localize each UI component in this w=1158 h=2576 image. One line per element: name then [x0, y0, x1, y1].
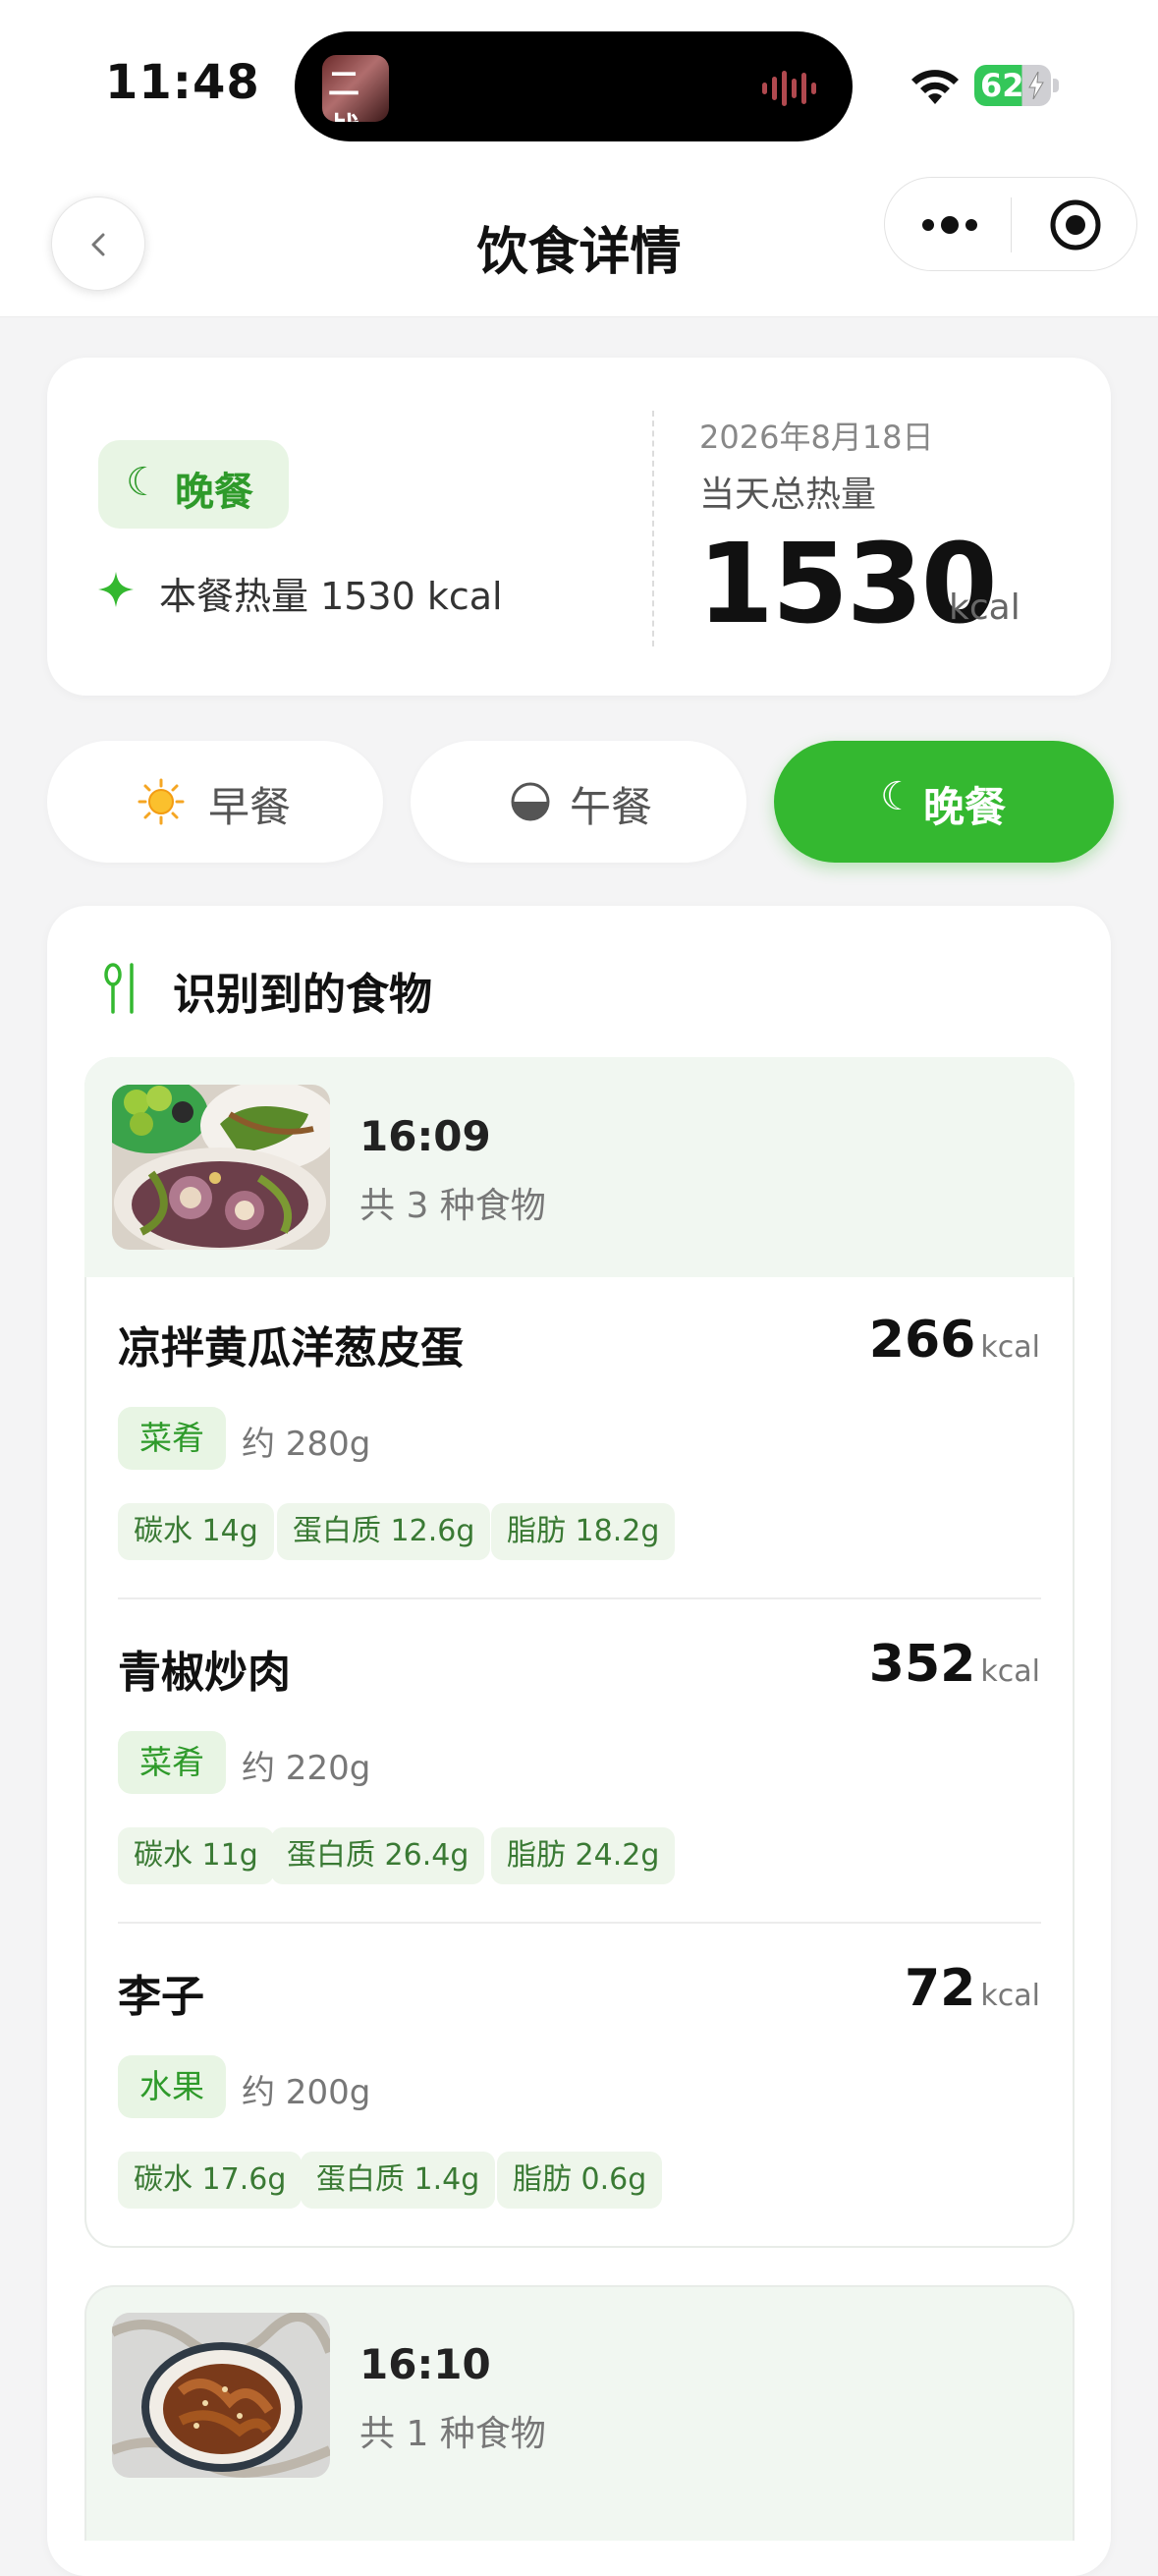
moon-icon: ☾ [126, 460, 161, 505]
summary-date: 2026年8月18日 [699, 419, 934, 456]
nutrient-carbs: 碳水 14g [118, 1503, 274, 1560]
food-calories: 72 kcal [905, 1959, 1040, 2018]
tab-label: 晚餐 [923, 783, 1007, 831]
food-weight: 约 220g [242, 1749, 371, 1788]
nutrient-protein: 蛋白质 12.6g [277, 1503, 491, 1560]
section-title: 识别到的食物 [173, 970, 432, 1020]
tab-lunch[interactable]: 午餐 [411, 741, 746, 863]
battery-indicator: 62 [974, 65, 1051, 106]
capsule-divider [1011, 197, 1012, 252]
total-calories-label: 当天总热量 [699, 475, 877, 515]
now-playing-artwork: 二战 [322, 55, 389, 122]
group-time: 16:09 [359, 1112, 491, 1160]
half-circle-icon [511, 782, 550, 821]
food-name: 凉拌黄瓜洋葱皮蛋 [118, 1323, 464, 1373]
meal-type-chip: ☾ 晚餐 [98, 440, 289, 529]
group-count: 共 1 种食物 [359, 2414, 546, 2454]
nutrient-fat: 脂肪 0.6g [497, 2152, 663, 2209]
food-calories: 266 kcal [869, 1311, 1040, 1370]
battery-level: 62 [980, 67, 1024, 104]
total-calories-unit: kcal [949, 588, 1020, 628]
group-count: 共 3 种食物 [359, 1186, 546, 1226]
food-kcal-unit: kcal [980, 1654, 1040, 1689]
category-chip: 水果 [118, 2055, 226, 2118]
group-time: 16:10 [359, 2340, 491, 2388]
total-calories-value: 1530 [697, 521, 998, 648]
dynamic-island[interactable]: 二战 [295, 31, 853, 141]
moon-icon: ☾ [880, 774, 915, 819]
close-target-icon[interactable] [1048, 197, 1103, 252]
nutrient-carbs: 碳水 11g [118, 1827, 274, 1884]
audio-wave-icon [762, 71, 816, 106]
food-name: 李子 [118, 1972, 204, 2022]
tab-breakfast[interactable]: 早餐 [47, 741, 383, 863]
food-calories: 352 kcal [869, 1635, 1040, 1694]
food-kcal-value: 266 [868, 1311, 976, 1370]
wifi-icon [911, 70, 959, 104]
nutrient-protein: 蛋白质 26.4g [271, 1827, 485, 1884]
more-options-icon[interactable] [920, 215, 979, 235]
charging-bolt-icon [1028, 72, 1044, 99]
tab-dinner[interactable]: ☾ 晚餐 [774, 741, 1114, 863]
sun-icon [138, 778, 185, 825]
food-weight: 约 200g [242, 2073, 371, 2112]
mini-program-capsule [884, 177, 1137, 271]
utensils-icon [104, 963, 134, 1014]
food-kcal-unit: kcal [980, 1330, 1040, 1365]
meal-photo-image [112, 2313, 330, 2478]
food-name: 青椒炒肉 [118, 1648, 291, 1698]
food-kcal-value: 352 [868, 1635, 976, 1694]
summary-divider [652, 411, 654, 646]
tab-label: 早餐 [208, 783, 292, 831]
food-kcal-value: 72 [904, 1959, 976, 2018]
row-divider [118, 1597, 1041, 1599]
status-time: 11:48 [105, 55, 260, 110]
nutrient-fat: 脂肪 24.2g [491, 1827, 676, 1884]
meal-type-label: 晚餐 [175, 470, 253, 515]
meal-photo[interactable] [112, 1085, 330, 1250]
meal-calories: 本餐热量 1530 kcal [159, 575, 503, 618]
nutrient-carbs: 碳水 17.6g [118, 2152, 303, 2209]
row-divider [118, 1922, 1041, 1924]
food-kcal-unit: kcal [980, 1979, 1040, 2013]
meal-photo-image [112, 1085, 330, 1250]
island-label: 二战 [328, 65, 360, 122]
food-weight: 约 280g [242, 1425, 371, 1464]
nutrient-protein: 蛋白质 1.4g [301, 2152, 496, 2209]
battery-tip [1053, 79, 1059, 92]
sparkle-icon [98, 572, 134, 607]
category-chip: 菜肴 [118, 1731, 226, 1794]
meal-photo[interactable] [112, 2313, 330, 2478]
category-chip: 菜肴 [118, 1407, 226, 1470]
tab-label: 午餐 [570, 783, 653, 831]
nutrient-fat: 脂肪 18.2g [491, 1503, 676, 1560]
